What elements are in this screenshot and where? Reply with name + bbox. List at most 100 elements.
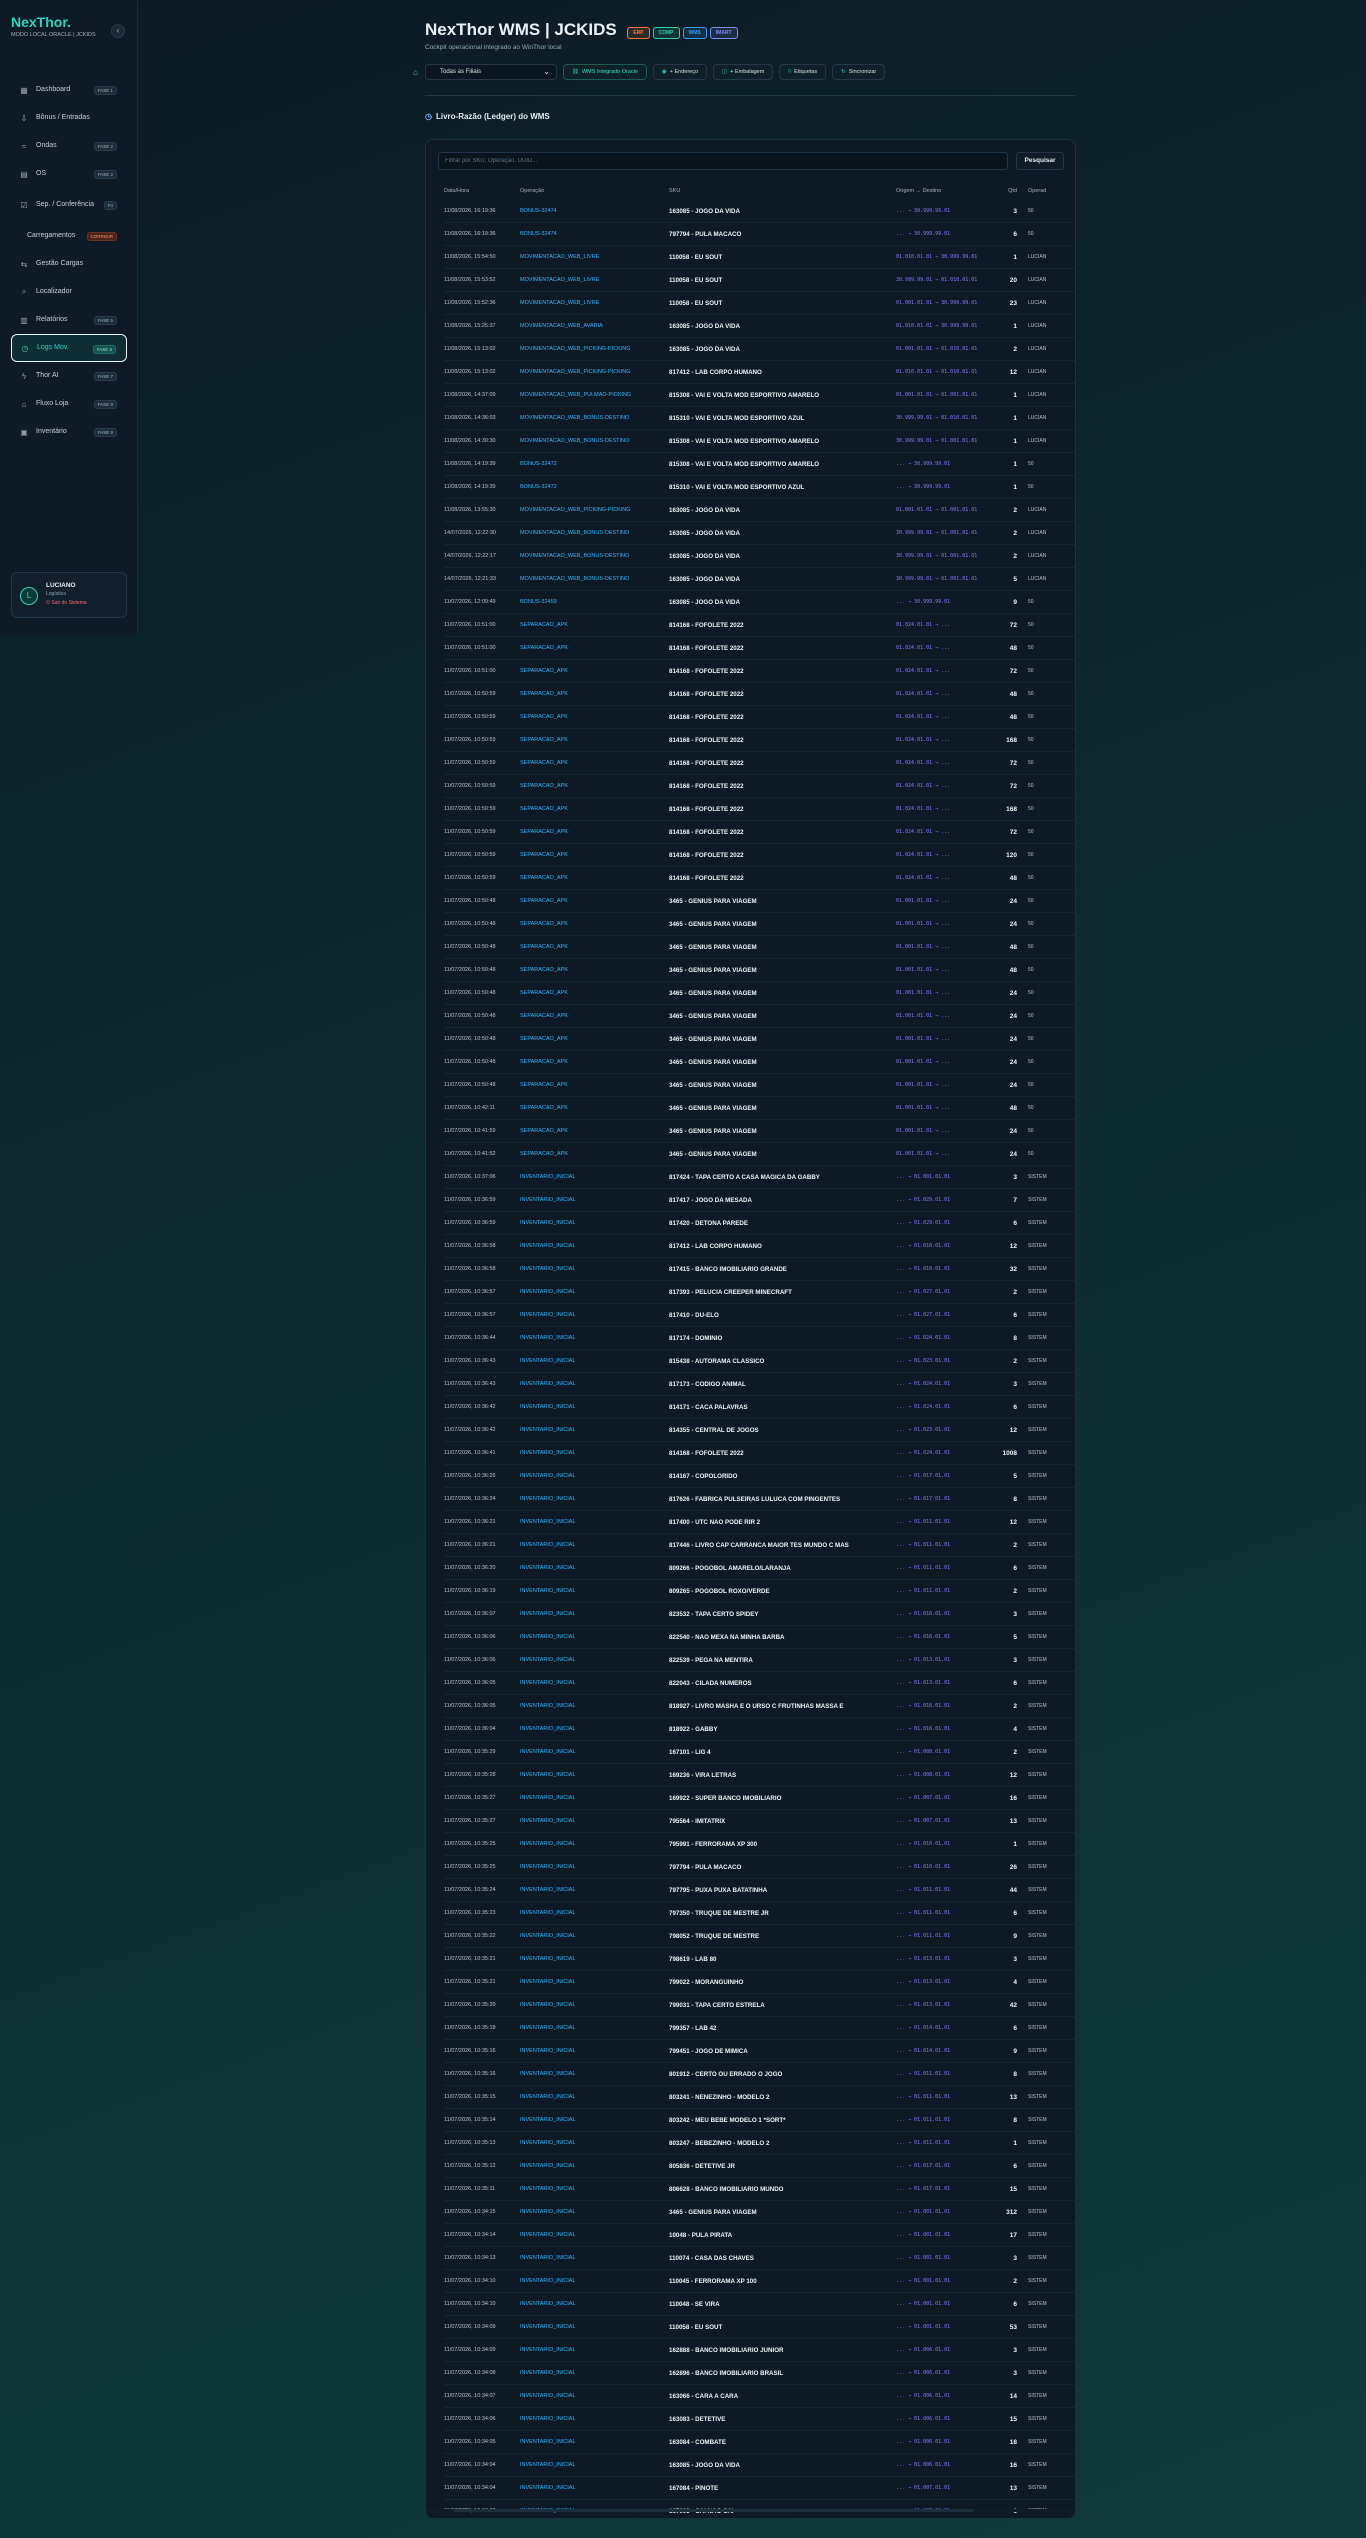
cell-operation[interactable]: INVENTARIO_INICIAL xyxy=(520,1488,668,1511)
table-row[interactable]: 11/08/2026, 16:19:36 BONUS-32474 797794 - … xyxy=(444,223,1075,246)
cell-operation[interactable]: INVENTARIO_INICIAL xyxy=(520,1327,668,1350)
cell-operation[interactable]: INVENTARIO_INICIAL xyxy=(520,2316,668,2339)
table-row[interactable]: 11/07/2026, 10:36:57 INVENTARIO_INICIAL 81… xyxy=(444,1304,1075,1327)
cell-operation[interactable]: SEPARACAO_APK xyxy=(520,683,668,706)
table-row[interactable]: 11/07/2026, 10:36:57 INVENTARIO_INICIAL 81… xyxy=(444,1281,1075,1304)
filial-select[interactable]: ⌂ Todas as Filiais ⌄ xyxy=(413,64,557,80)
cell-operation[interactable]: INVENTARIO_INICIAL xyxy=(520,1396,668,1419)
sidebar-item-carregamentos[interactable]: Carregamentos CORRIGIR xyxy=(11,222,127,250)
table-row[interactable]: 11/07/2026, 10:34:09 INVENTARIO_INICIAL 11… xyxy=(444,2316,1075,2339)
cell-operation[interactable]: INVENTARIO_INICIAL xyxy=(520,1557,668,1580)
table-row[interactable]: 11/07/2026, 10:35:29 INVENTARIO_INICIAL 16… xyxy=(444,1741,1075,1764)
table-row[interactable]: 11/07/2026, 10:35:14 INVENTARIO_INICIAL 80… xyxy=(444,2109,1075,2132)
cell-operation[interactable]: INVENTARIO_INICIAL xyxy=(520,1212,668,1235)
cell-operation[interactable]: INVENTARIO_INICIAL xyxy=(520,1304,668,1327)
cell-operation[interactable]: SEPARACAO_APK xyxy=(520,867,668,890)
sidebar-item-bônus-entradas[interactable]: ⇩ Bônus / Entradas xyxy=(11,104,127,132)
cell-operation[interactable]: MOVIMENTACAO_WEB_PICKING-PICKING xyxy=(520,338,668,361)
table-row[interactable]: 11/07/2026, 10:50:59 SEPARACAO_APK 814168 … xyxy=(444,798,1075,821)
table-row[interactable]: 11/07/2026, 10:51:00 SEPARACAO_APK 814168 … xyxy=(444,637,1075,660)
table-row[interactable]: 11/07/2026, 10:36:05 INVENTARIO_INICIAL 81… xyxy=(444,1695,1075,1718)
table-row[interactable]: 11/07/2026, 10:50:59 SEPARACAO_APK 814168 … xyxy=(444,775,1075,798)
cell-operation[interactable]: INVENTARIO_INICIAL xyxy=(520,2132,668,2155)
cell-operation[interactable]: INVENTARIO_INICIAL xyxy=(520,1166,668,1189)
cell-operation[interactable]: BONUS-32474 xyxy=(520,200,668,223)
sidebar-item-localizador[interactable]: ⌕ Localizador xyxy=(11,278,127,306)
cell-operation[interactable]: INVENTARIO_INICIAL xyxy=(520,1902,668,1925)
cell-operation[interactable]: SEPARACAO_APK xyxy=(520,1143,668,1166)
table-row[interactable]: 11/07/2026, 10:36:42 INVENTARIO_INICIAL 81… xyxy=(444,1419,1075,1442)
table-row[interactable]: 11/07/2026, 10:41:59 SEPARACAO_APK 3465 - … xyxy=(444,1120,1075,1143)
cell-operation[interactable]: SEPARACAO_APK xyxy=(520,752,668,775)
cell-operation[interactable]: INVENTARIO_INICIAL xyxy=(520,1419,668,1442)
collapse-sidebar-button[interactable]: ‹ xyxy=(111,24,125,38)
cell-operation[interactable]: INVENTARIO_INICIAL xyxy=(520,1925,668,1948)
cell-operation[interactable]: MOVIMENTACAO_WEB_LIVRE xyxy=(520,292,668,315)
column-header[interactable]: Qtd xyxy=(994,188,1017,194)
table-row[interactable]: 11/07/2026, 12:09:49 BONUS-32459 163085 - … xyxy=(444,591,1075,614)
table-row[interactable]: 11/08/2026, 15:54:50 MOVIMENTACAO_WEB_LIV… xyxy=(444,246,1075,269)
cell-operation[interactable]: INVENTARIO_INICIAL xyxy=(520,1442,668,1465)
table-row[interactable]: 11/08/2026, 15:13:02 MOVIMENTACAO_WEB_PIC… xyxy=(444,361,1075,384)
cell-operation[interactable]: INVENTARIO_INICIAL xyxy=(520,1626,668,1649)
table-row[interactable]: 11/07/2026, 10:36:05 INVENTARIO_INICIAL 82… xyxy=(444,1672,1075,1695)
table-row[interactable]: 11/08/2026, 14:30:30 MOVIMENTACAO_WEB_BON… xyxy=(444,430,1075,453)
cell-operation[interactable]: INVENTARIO_INICIAL xyxy=(520,2293,668,2316)
cell-operation[interactable]: INVENTARIO_INICIAL xyxy=(520,2086,668,2109)
table-row[interactable]: 11/07/2026, 10:34:05 INVENTARIO_INICIAL 16… xyxy=(444,2431,1075,2454)
table-row[interactable]: 14/07/2026, 12:22:30 MOVIMENTACAO_WEB_BON… xyxy=(444,522,1075,545)
table-row[interactable]: 11/07/2026, 10:36:04 INVENTARIO_INICIAL 81… xyxy=(444,1718,1075,1741)
table-row[interactable]: 11/07/2026, 10:36:58 INVENTARIO_INICIAL 81… xyxy=(444,1235,1075,1258)
toolbar-button-pin[interactable]: ◉ + Endereço xyxy=(652,64,708,80)
table-row[interactable]: 11/07/2026, 10:50:59 SEPARACAO_APK 814168 … xyxy=(444,729,1075,752)
cell-operation[interactable]: INVENTARIO_INICIAL xyxy=(520,1603,668,1626)
sidebar-item-sep-conferência[interactable]: ☑ Sep. / Conferência F4 xyxy=(11,188,127,222)
cell-operation[interactable]: INVENTARIO_INICIAL xyxy=(520,1994,668,2017)
cell-operation[interactable]: MOVIMENTACAO_WEB_PULMAO-PICKING xyxy=(520,384,668,407)
table-row[interactable]: 11/07/2026, 10:34:04 INVENTARIO_INICIAL 16… xyxy=(444,2477,1075,2500)
table-row[interactable]: 11/07/2026, 10:35:23 INVENTARIO_INICIAL 79… xyxy=(444,1902,1075,1925)
table-row[interactable]: 11/07/2026, 10:50:48 SEPARACAO_APK 3465 - … xyxy=(444,1028,1075,1051)
cell-operation[interactable]: INVENTARIO_INICIAL xyxy=(520,1856,668,1879)
toolbar-button-tag[interactable]: ⌑ Etiquetas xyxy=(779,64,827,80)
table-row[interactable]: 11/07/2026, 10:35:15 INVENTARIO_INICIAL 80… xyxy=(444,2086,1075,2109)
cell-operation[interactable]: SEPARACAO_APK xyxy=(520,1097,668,1120)
table-row[interactable]: 11/07/2026, 10:35:13 INVENTARIO_INICIAL 80… xyxy=(444,2132,1075,2155)
sidebar-item-inventário[interactable]: ▣ Inventário FASE 9 xyxy=(11,418,127,446)
table-row[interactable]: 11/07/2026, 10:34:14 INVENTARIO_INICIAL 10… xyxy=(444,2224,1075,2247)
table-row[interactable]: 11/07/2026, 10:50:59 SEPARACAO_APK 814168 … xyxy=(444,706,1075,729)
sidebar-item-thor-ai[interactable]: ϟ Thor AI FASE 7 xyxy=(11,362,127,390)
table-row[interactable]: 11/07/2026, 10:36:42 INVENTARIO_INICIAL 81… xyxy=(444,1396,1075,1419)
sidebar-item-os[interactable]: ▤ OS FASE 2 xyxy=(11,160,127,188)
table-row[interactable]: 11/07/2026, 10:50:48 SEPARACAO_APK 3465 - … xyxy=(444,982,1075,1005)
cell-operation[interactable]: INVENTARIO_INICIAL xyxy=(520,1718,668,1741)
sidebar-item-dashboard[interactable]: ▦ Dashboard FASE 1 xyxy=(11,76,127,104)
cell-operation[interactable]: SEPARACAO_APK xyxy=(520,1074,668,1097)
table-row[interactable]: 11/07/2026, 10:35:25 INVENTARIO_INICIAL 79… xyxy=(444,1856,1075,1879)
table-row[interactable]: 11/07/2026, 10:34:10 INVENTARIO_INICIAL 11… xyxy=(444,2293,1075,2316)
table-row[interactable]: 11/07/2026, 10:50:48 SEPARACAO_APK 3465 - … xyxy=(444,1074,1075,1097)
cell-operation[interactable]: MOVIMENTACAO_WEB_BONUS-DESTINO xyxy=(520,568,668,591)
cell-operation[interactable]: SEPARACAO_APK xyxy=(520,936,668,959)
cell-operation[interactable]: INVENTARIO_INICIAL xyxy=(520,2224,668,2247)
column-header[interactable]: Origem → Destino xyxy=(896,188,991,194)
table-row[interactable]: 11/07/2026, 10:35:12 INVENTARIO_INICIAL 80… xyxy=(444,2155,1075,2178)
table-row[interactable]: 11/07/2026, 10:35:27 INVENTARIO_INICIAL 16… xyxy=(444,1787,1075,1810)
table-row[interactable]: 11/07/2026, 10:35:28 INVENTARIO_INICIAL 16… xyxy=(444,1764,1075,1787)
table-row[interactable]: 11/07/2026, 10:35:27 INVENTARIO_INICIAL 79… xyxy=(444,1810,1075,1833)
cell-operation[interactable]: INVENTARIO_INICIAL xyxy=(520,1672,668,1695)
cell-operation[interactable]: SEPARACAO_APK xyxy=(520,614,668,637)
table-row[interactable]: 11/07/2026, 10:35:24 INVENTARIO_INICIAL 79… xyxy=(444,1879,1075,1902)
cell-operation[interactable]: SEPARACAO_APK xyxy=(520,775,668,798)
table-row[interactable]: 11/07/2026, 10:50:48 SEPARACAO_APK 3465 - … xyxy=(444,1005,1075,1028)
cell-operation[interactable]: INVENTARIO_INICIAL xyxy=(520,2201,668,2224)
table-row[interactable]: 11/07/2026, 10:36:21 INVENTARIO_INICIAL 81… xyxy=(444,1511,1075,1534)
table-row[interactable]: 11/07/2026, 10:36:41 INVENTARIO_INICIAL 81… xyxy=(444,1442,1075,1465)
cell-operation[interactable]: SEPARACAO_APK xyxy=(520,798,668,821)
toolbar-button-refresh[interactable]: ↻ Sincronizar xyxy=(832,64,886,80)
sidebar-item-relatórios[interactable]: ▥ Relatórios FASE 5 xyxy=(11,306,127,334)
table-row[interactable]: 11/07/2026, 10:36:21 INVENTARIO_INICIAL 81… xyxy=(444,1534,1075,1557)
column-header[interactable]: Data/Hora xyxy=(444,188,519,194)
cell-operation[interactable]: SEPARACAO_APK xyxy=(520,660,668,683)
table-row[interactable]: 11/08/2026, 14:37:09 MOVIMENTACAO_WEB_PUL… xyxy=(444,384,1075,407)
